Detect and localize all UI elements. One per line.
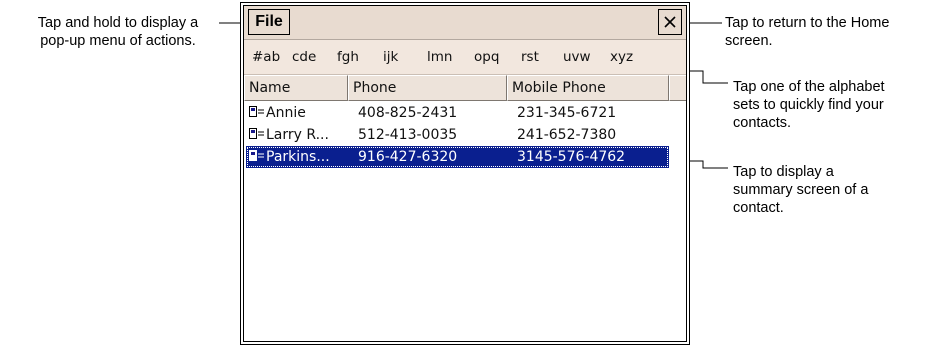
callout-line: contact. [733, 200, 784, 216]
alphabet-set-rst[interactable]: rst [521, 49, 539, 65]
contact-name: Parkins... [266, 149, 330, 165]
alphabet-bar: #ab cde fgh ijk lmn opq rst uvw xyz [244, 40, 686, 75]
alphabet-set-lmn[interactable]: lmn [427, 49, 452, 65]
close-button[interactable] [658, 9, 682, 35]
contact-phone: 408-825-2431 [358, 105, 458, 121]
callout-summary: Tap to display a summary screen of a con… [733, 163, 938, 217]
callout-line: Tap to return to the Home [725, 15, 890, 31]
contact-mobile: 241-652-7380 [517, 127, 617, 143]
contact-name: Larry R... [266, 127, 329, 143]
contact-phone: 916-427-6320 [358, 149, 458, 165]
alphabet-set-xyz[interactable]: xyz [610, 49, 633, 65]
callout-line: screen. [725, 33, 773, 49]
column-header-name[interactable]: Name [244, 75, 348, 101]
callout-line: Tap and hold to display a [37, 15, 199, 31]
list-header: Name Phone Mobile Phone [244, 75, 686, 101]
alphabet-set-fgh[interactable]: fgh [337, 49, 359, 65]
close-icon [664, 16, 676, 28]
contact-card-icon [249, 150, 264, 161]
contacts-window: File #ab cde fgh ijk lmn opq rst uvw xyz… [243, 5, 687, 342]
title-bar: File [244, 6, 686, 40]
alphabet-set-uvw[interactable]: uvw [563, 49, 591, 65]
contact-row[interactable]: Larry R... 512-413-0035 241-652-7380 [244, 124, 684, 146]
contact-name: Annie [266, 105, 306, 121]
contact-phone: 512-413-0035 [358, 127, 458, 143]
alphabet-set-cde[interactable]: cde [292, 49, 316, 65]
column-header-mobile[interactable]: Mobile Phone [507, 75, 669, 101]
device-screen: File #ab cde fgh ijk lmn opq rst uvw xyz… [240, 2, 690, 345]
contact-row[interactable]: Annie 408-825-2431 231-345-6721 [244, 102, 684, 124]
alphabet-set-opq[interactable]: opq [474, 49, 499, 65]
callout-alphabet: Tap one of the alphabet sets to quickly … [733, 78, 938, 132]
column-header-filler [669, 75, 686, 101]
callout-line: Tap one of the alphabet [733, 79, 885, 95]
alphabet-set-ab[interactable]: #ab [252, 49, 280, 65]
contact-mobile: 231-345-6721 [517, 105, 617, 121]
callout-close: Tap to return to the Home screen. [725, 14, 940, 50]
contact-row-selected[interactable]: Parkins... 916-427-6320 3145-576-4762 [244, 146, 684, 168]
callout-line: Tap to display a [733, 164, 834, 180]
column-header-phone[interactable]: Phone [348, 75, 507, 101]
file-menu-button[interactable]: File [248, 9, 290, 35]
contact-card-icon [249, 106, 264, 117]
contact-mobile: 3145-576-4762 [517, 149, 626, 165]
callout-line: contacts. [733, 115, 792, 131]
alphabet-set-ijk[interactable]: ijk [383, 49, 398, 65]
callout-file-menu: Tap and hold to display a pop-up menu of… [0, 14, 236, 50]
contact-card-icon [249, 128, 264, 139]
callout-line: pop-up menu of actions. [40, 33, 196, 49]
callout-line: summary screen of a [733, 182, 869, 198]
callout-line: sets to quickly find your [733, 97, 884, 113]
